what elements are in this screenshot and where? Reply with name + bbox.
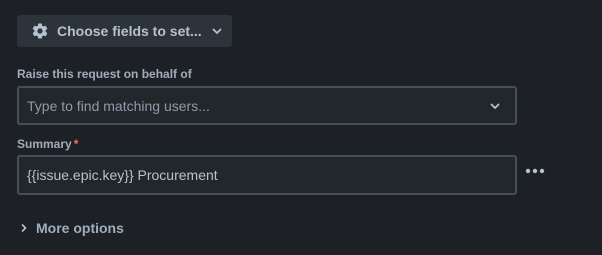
chevron-down-icon xyxy=(489,100,501,112)
on-behalf-label: Raise this request on behalf of xyxy=(17,67,192,81)
more-actions-icon[interactable] xyxy=(524,161,546,181)
summary-value: {{issue.epic.key}} Procurement xyxy=(27,167,218,183)
on-behalf-label-text: Raise this request on behalf of xyxy=(17,67,192,81)
more-options-toggle[interactable]: More options xyxy=(19,218,124,238)
required-marker: * xyxy=(73,137,79,151)
chevron-right-icon xyxy=(19,223,29,233)
choose-fields-label: Choose fields to set... xyxy=(57,23,202,39)
on-behalf-user-select[interactable]: Type to find matching users... xyxy=(17,86,517,125)
summary-label-text: Summary xyxy=(17,137,72,151)
choose-fields-button[interactable]: Choose fields to set... xyxy=(17,15,232,47)
summary-label: Summary * xyxy=(17,137,78,151)
user-select-placeholder: Type to find matching users... xyxy=(27,97,210,114)
chevron-down-icon xyxy=(211,25,223,37)
summary-input[interactable]: {{issue.epic.key}} Procurement xyxy=(17,155,517,195)
gear-icon xyxy=(31,22,49,40)
more-options-label: More options xyxy=(36,220,124,236)
